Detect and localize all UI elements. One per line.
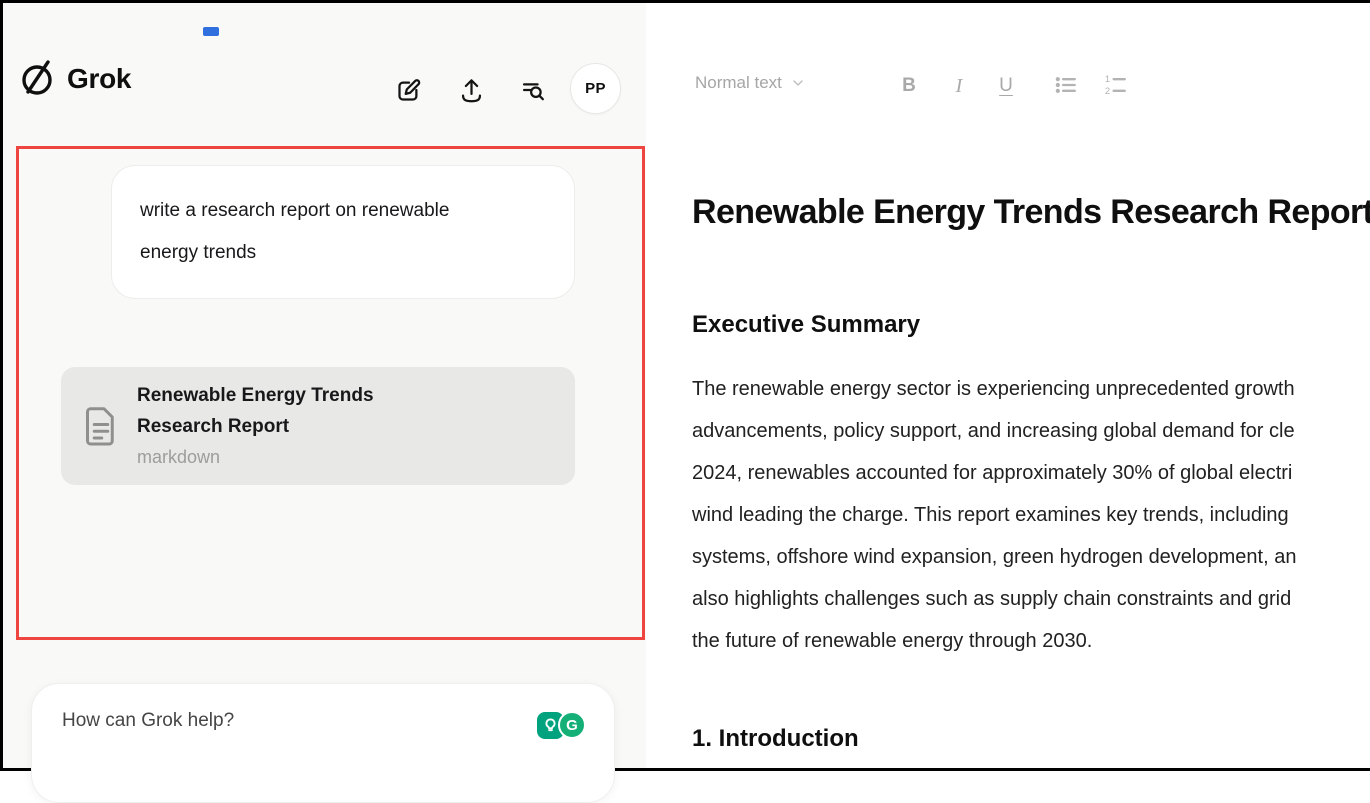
compose-icon: [395, 77, 422, 104]
document-icon: [83, 405, 119, 447]
upload-icon: [458, 77, 485, 104]
paragraph-line: 2024, renewables accounted for approxima…: [692, 452, 1296, 494]
paragraph-line: The renewable energy sector is experienc…: [692, 368, 1296, 410]
search-chats-button[interactable]: [513, 71, 551, 109]
chat-panel: Grok PP write a research report on renew…: [3, 3, 646, 768]
search-chats-icon: [519, 77, 546, 104]
avatar-initials: PP: [585, 80, 606, 97]
grok-logo-icon: [17, 59, 57, 99]
numbered-list-icon: 1 2: [1102, 71, 1130, 99]
artifact-file-card[interactable]: Renewable Energy Trends Research Report …: [61, 367, 575, 485]
app-window: { "colors": { "highlight_red": "#ee4540"…: [0, 0, 1370, 771]
user-message-bubble: write a research report on renewable ene…: [111, 165, 575, 299]
lightbulb-icon: [543, 718, 558, 733]
paragraph-line: the future of renewable energy through 2…: [692, 620, 1296, 662]
brand-name: Grok: [67, 63, 131, 95]
svg-text:1: 1: [1105, 74, 1110, 84]
numbered-list-button[interactable]: 1 2: [1102, 71, 1130, 102]
user-avatar[interactable]: PP: [570, 63, 621, 114]
text-style-selector[interactable]: Normal text: [695, 73, 806, 93]
heading-executive-summary: Executive Summary: [692, 311, 920, 339]
editor-panel: Normal text B I U 1 2: [646, 3, 1370, 768]
text-style-value: Normal text: [695, 73, 782, 93]
bold-button[interactable]: B: [890, 67, 928, 105]
share-button[interactable]: [452, 71, 490, 109]
underline-button[interactable]: U: [987, 67, 1025, 105]
composer-extension-icons: G: [537, 711, 586, 739]
new-chat-button[interactable]: [389, 71, 427, 109]
bullet-list-button[interactable]: [1052, 71, 1080, 102]
blue-marker-artifact: [203, 27, 219, 36]
bold-label: B: [902, 75, 916, 97]
grammarly-letter: G: [566, 717, 578, 734]
underline-label: U: [999, 75, 1013, 97]
grammarly-icon[interactable]: G: [558, 711, 586, 739]
chat-composer: G: [31, 683, 615, 803]
brand-header: Grok: [17, 59, 131, 99]
italic-button[interactable]: I: [940, 67, 978, 105]
user-message-text: write a research report on renewable ene…: [140, 190, 492, 274]
document-title: Renewable Energy Trends Research Report: [692, 193, 1370, 232]
paragraph-line: also highlights challenges such as suppl…: [692, 578, 1296, 620]
paragraph-line: wind leading the charge. This report exa…: [692, 494, 1296, 536]
file-card-title: Renewable Energy Trends Research Report: [137, 380, 449, 442]
chat-input[interactable]: [62, 710, 537, 732]
paragraph-line: advancements, policy support, and increa…: [692, 410, 1296, 452]
chevron-down-icon: [790, 75, 806, 91]
italic-label: I: [956, 75, 963, 98]
executive-summary-paragraph: The renewable energy sector is experienc…: [692, 368, 1296, 662]
file-card-subtitle: markdown: [137, 442, 449, 472]
paragraph-line: systems, offshore wind expansion, green …: [692, 536, 1296, 578]
file-card-meta: Renewable Energy Trends Research Report …: [137, 380, 449, 472]
heading-introduction: 1. Introduction: [692, 725, 859, 753]
editor-toolbar: Normal text B I U 1 2: [646, 63, 1370, 115]
bullet-list-icon: [1052, 71, 1080, 99]
svg-text:2: 2: [1105, 86, 1110, 96]
